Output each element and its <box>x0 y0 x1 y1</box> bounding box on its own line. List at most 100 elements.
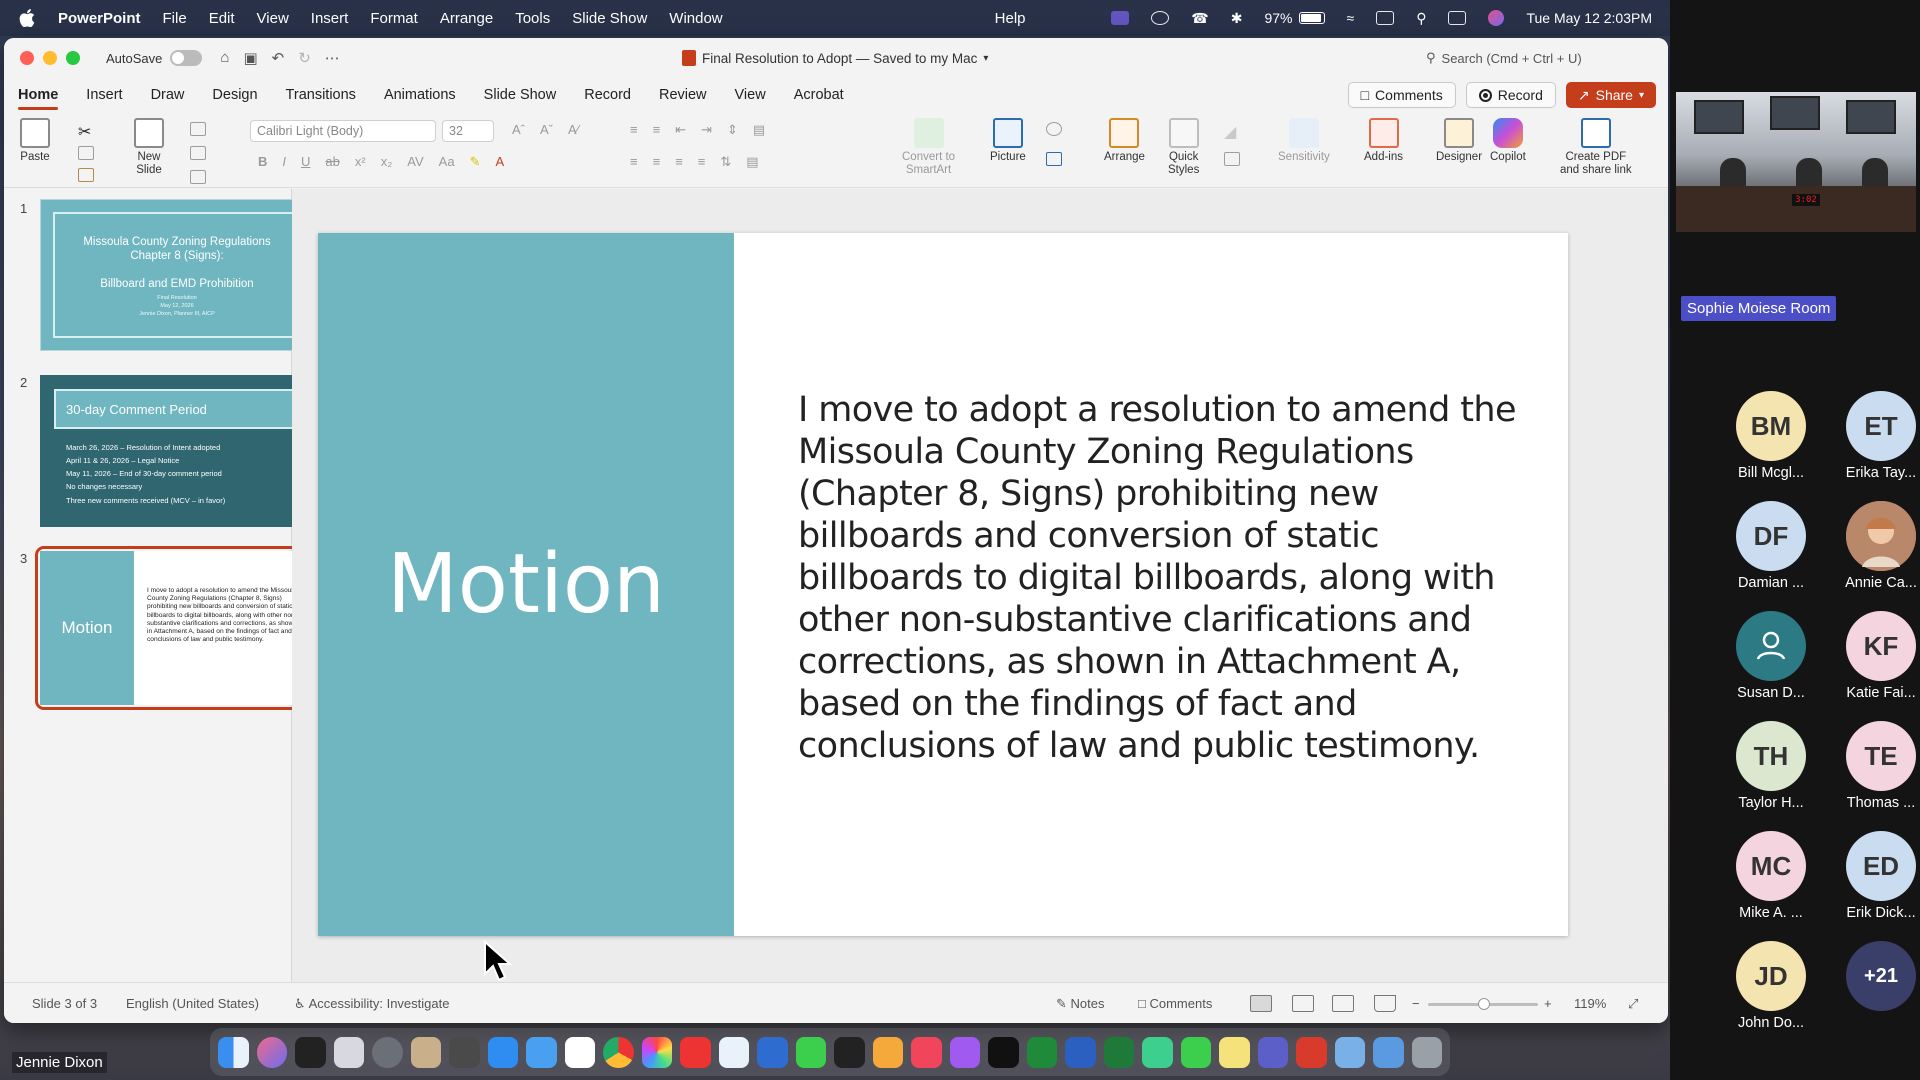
superscript-icon[interactable]: x² <box>355 154 366 170</box>
time-machine-icon[interactable] <box>1151 11 1170 25</box>
zoom-out-button[interactable]: − <box>1412 996 1420 1011</box>
slide-show-button[interactable] <box>1374 995 1396 1012</box>
menu-insert[interactable]: Insert <box>311 10 349 27</box>
shapes-icon[interactable] <box>1046 122 1062 136</box>
room-video-feed[interactable]: 3:02 <box>1676 92 1916 232</box>
zoom-window-button[interactable] <box>66 51 80 65</box>
messages-icon[interactable] <box>1180 1036 1211 1068</box>
create-pdf-button[interactable]: Create PDF and share link <box>1560 118 1632 177</box>
menu-app-name[interactable]: PowerPoint <box>58 10 141 27</box>
menu-arrange[interactable]: Arrange <box>440 10 493 27</box>
tab-home[interactable]: Home <box>18 78 59 112</box>
kindle-icon[interactable] <box>834 1036 865 1068</box>
strikethrough-icon[interactable]: ab <box>325 154 339 170</box>
news-icon[interactable] <box>680 1036 711 1068</box>
word-icon[interactable] <box>1065 1036 1096 1068</box>
bluetooth-icon[interactable]: ✱ <box>1231 10 1243 27</box>
participant-tile[interactable]: BM Bill Mcgl... <box>1711 391 1831 481</box>
mission-control-icon[interactable] <box>295 1036 326 1068</box>
tab-transitions[interactable]: Transitions <box>286 78 356 112</box>
align-left-icon[interactable]: ≡ <box>630 154 638 170</box>
menu-window[interactable]: Window <box>669 10 722 27</box>
powerpoint-icon[interactable] <box>1296 1036 1327 1068</box>
document-title[interactable]: Final Resolution to Adopt — Saved to my … <box>682 38 988 78</box>
zoom-slider-handle[interactable] <box>1478 998 1490 1010</box>
current-slide[interactable]: Motion I move to adopt a resolution to a… <box>318 233 1568 936</box>
freeform-icon[interactable] <box>757 1036 788 1068</box>
tab-acrobat[interactable]: Acrobat <box>794 78 844 112</box>
line-spacing-icon[interactable]: ⇕ <box>727 122 738 138</box>
zoom-level[interactable]: 119% <box>1574 996 1606 1011</box>
font-color-icon[interactable]: A <box>495 154 504 170</box>
undo-icon[interactable]: ↶ <box>272 49 285 67</box>
participant-tile[interactable]: JD John Do... <box>1711 941 1831 1031</box>
participant-tile[interactable]: ED Erik Dick... <box>1821 831 1920 921</box>
participant-tile[interactable]: MC Mike A. ... <box>1711 831 1831 921</box>
mail-icon[interactable] <box>526 1036 557 1068</box>
menu-format[interactable]: Format <box>370 10 418 27</box>
home-icon[interactable]: ⌂ <box>220 49 229 67</box>
convert-smartart-button[interactable]: Convert to SmartArt <box>902 118 955 177</box>
text-direction-icon[interactable]: ⇅ <box>720 154 731 170</box>
cut-icon[interactable]: ✂ <box>78 122 94 141</box>
trash-icon[interactable] <box>1411 1036 1442 1068</box>
menu-tools[interactable]: Tools <box>515 10 550 27</box>
reading-view-button[interactable] <box>1332 995 1354 1012</box>
tab-animations[interactable]: Animations <box>384 78 456 112</box>
calendar-icon[interactable] <box>564 1036 595 1068</box>
photos-icon[interactable] <box>641 1036 672 1068</box>
accessibility-checker[interactable]: ♿ Accessibility: Investigate <box>294 996 449 1012</box>
new-slide-button[interactable]: New Slide <box>134 118 164 177</box>
record-button[interactable]: Record <box>1465 82 1556 108</box>
search-field[interactable]: ⚲ Search (Cmd + Ctrl + U) <box>1326 46 1646 70</box>
menu-help[interactable]: Help <box>995 10 1026 27</box>
downloads-folder-icon[interactable] <box>1334 1036 1365 1068</box>
fit-to-window-icon[interactable]: ⤢ <box>1628 996 1638 1012</box>
music-icon[interactable] <box>911 1036 942 1068</box>
apple-tv-icon[interactable] <box>988 1036 1019 1068</box>
paste-button[interactable]: Paste <box>20 118 50 164</box>
tab-draw[interactable]: Draw <box>151 78 185 112</box>
justify-icon[interactable]: ≡ <box>698 154 706 170</box>
menu-file[interactable]: File <box>163 10 187 27</box>
documents-folder-icon[interactable] <box>1373 1036 1404 1068</box>
numbering-icon[interactable]: ≡ <box>653 122 661 138</box>
shape-fill-icon[interactable]: ◢ <box>1224 122 1240 141</box>
tab-review[interactable]: Review <box>659 78 707 112</box>
close-window-button[interactable] <box>20 51 34 65</box>
participant-tile[interactable]: +21 <box>1821 941 1920 1015</box>
decrease-indent-icon[interactable]: ⇤ <box>675 122 686 138</box>
participant-tile[interactable]: Susan D... <box>1711 611 1831 701</box>
notes-app-icon[interactable] <box>1219 1036 1250 1068</box>
layout-icon[interactable] <box>190 122 206 136</box>
section-icon[interactable] <box>190 170 206 184</box>
align-text-icon[interactable]: ▤ <box>746 154 758 170</box>
redo-icon[interactable]: ↻ <box>298 49 311 67</box>
increase-indent-icon[interactable]: ⇥ <box>701 122 712 138</box>
text-box-icon[interactable] <box>1046 152 1062 166</box>
change-case-icon[interactable]: Aa <box>439 154 455 170</box>
sensitivity-button[interactable]: Sensitivity <box>1278 118 1330 164</box>
screen-share-icon[interactable] <box>1111 11 1130 25</box>
participant-tile[interactable]: ET Erika Tay... <box>1821 391 1920 481</box>
slide-title[interactable]: Motion <box>318 233 734 936</box>
addins-button[interactable]: Add-ins <box>1364 118 1403 164</box>
slide-thumbnail-3[interactable]: Motion I move to adopt a resolution to a… <box>35 546 321 710</box>
underline-icon[interactable]: U <box>301 154 310 170</box>
launchpad-icon[interactable] <box>333 1036 364 1068</box>
menu-view[interactable]: View <box>257 10 289 27</box>
character-spacing-icon[interactable]: AV <box>407 154 423 170</box>
excel-icon[interactable] <box>1103 1036 1134 1068</box>
font-name-select[interactable]: Calibri Light (Body) <box>250 120 436 142</box>
system-settings-icon[interactable] <box>372 1036 403 1068</box>
participant-tile[interactable]: TE Thomas ... <box>1821 721 1920 811</box>
phone-icon[interactable]: ☎ <box>1191 10 1208 27</box>
more-options-icon[interactable]: ⋯ <box>325 49 340 67</box>
maps-icon[interactable] <box>718 1036 749 1068</box>
menu-clock[interactable]: Tue May 12 2:03PM <box>1526 10 1652 26</box>
facetime-icon[interactable] <box>795 1036 826 1068</box>
bullets-icon[interactable]: ≡ <box>630 122 638 138</box>
italic-icon[interactable]: I <box>282 154 286 170</box>
podcasts-icon[interactable] <box>949 1036 980 1068</box>
autosave-toggle[interactable] <box>170 50 203 66</box>
